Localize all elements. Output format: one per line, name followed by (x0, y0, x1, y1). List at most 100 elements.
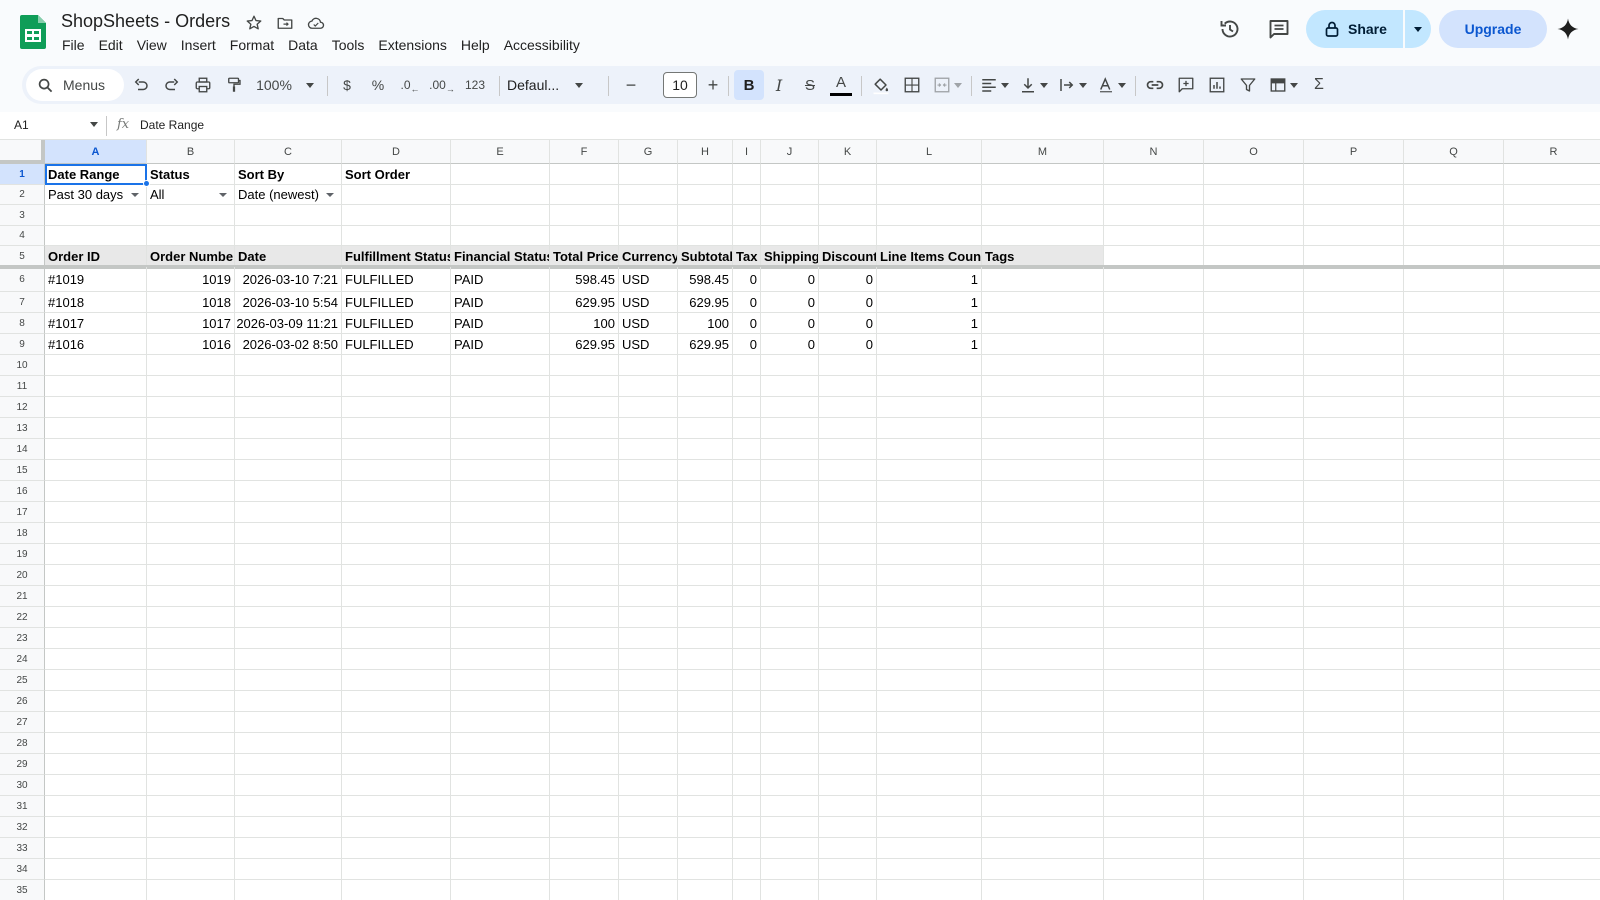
table-row-cell[interactable]: #1018 (45, 292, 147, 313)
grid-cell[interactable] (1504, 185, 1600, 205)
grid-cell[interactable] (1404, 292, 1504, 313)
document-title[interactable]: ShopSheets - Orders (61, 11, 230, 32)
table-row-cell[interactable]: 0 (733, 313, 761, 334)
share-options-button[interactable] (1405, 10, 1431, 48)
grid-cell[interactable] (342, 376, 451, 397)
grid-cell[interactable] (342, 880, 451, 900)
grid-cell[interactable] (1204, 397, 1304, 418)
grid-cell[interactable] (761, 586, 819, 607)
grid-cell[interactable] (342, 481, 451, 502)
grid-cell[interactable] (1204, 523, 1304, 544)
grid-cell[interactable] (550, 691, 619, 712)
grid-cell[interactable] (1404, 586, 1504, 607)
row-header-34[interactable]: 34 (0, 859, 45, 880)
row-header-3[interactable]: 3 (0, 205, 45, 226)
grid-cell[interactable] (342, 418, 451, 439)
grid-cell[interactable] (45, 712, 147, 733)
table-row-cell[interactable]: USD (619, 267, 678, 292)
decrease-font-size-button[interactable]: − (619, 71, 643, 99)
grid-cell[interactable] (342, 859, 451, 880)
table-row-cell[interactable]: 1 (877, 267, 982, 292)
grid-cell[interactable] (761, 649, 819, 670)
grid-cell[interactable] (1404, 502, 1504, 523)
filter-dropdown-cell[interactable]: Past 30 days (45, 185, 147, 205)
grid-cell[interactable] (1304, 439, 1404, 460)
grid-cell[interactable] (1504, 754, 1600, 775)
grid-cell[interactable] (235, 481, 342, 502)
redo-icon[interactable] (159, 71, 185, 99)
grid-cell[interactable] (1304, 607, 1404, 628)
grid-cell[interactable] (619, 712, 678, 733)
grid-cell[interactable] (147, 859, 235, 880)
grid-cell[interactable] (342, 754, 451, 775)
table-row-cell[interactable] (982, 267, 1104, 292)
grid-cell[interactable] (678, 838, 733, 859)
table-row-cell[interactable]: 1 (877, 313, 982, 334)
grid-cell[interactable] (761, 185, 819, 205)
row-header-13[interactable]: 13 (0, 418, 45, 439)
menu-data[interactable]: Data (281, 36, 325, 58)
grid-cell[interactable] (147, 712, 235, 733)
grid-cell[interactable] (982, 544, 1104, 565)
grid-cell[interactable] (1404, 544, 1504, 565)
grid-cell[interactable] (819, 460, 877, 481)
grid-cell[interactable] (678, 649, 733, 670)
grid-cell[interactable] (342, 565, 451, 586)
table-row-cell[interactable]: 0 (819, 292, 877, 313)
grid-cell[interactable] (1504, 691, 1600, 712)
grid-cell[interactable] (733, 164, 761, 185)
table-row-cell[interactable]: 0 (761, 267, 819, 292)
grid-cell[interactable] (45, 859, 147, 880)
grid-cell[interactable] (1504, 880, 1600, 900)
grid-cell[interactable] (877, 628, 982, 649)
grid-cell[interactable] (1304, 565, 1404, 586)
grid-cell[interactable] (733, 397, 761, 418)
grid-cell[interactable] (451, 649, 550, 670)
increase-font-size-button[interactable]: + (701, 71, 725, 99)
row-header-15[interactable]: 15 (0, 460, 45, 481)
grid-cell[interactable] (1104, 880, 1204, 900)
grid-cell[interactable] (147, 376, 235, 397)
grid-cell[interactable] (45, 817, 147, 838)
row-header-20[interactable]: 20 (0, 565, 45, 586)
grid-cell[interactable] (1104, 607, 1204, 628)
row-header-27[interactable]: 27 (0, 712, 45, 733)
grid-cell[interactable] (235, 565, 342, 586)
grid-cell[interactable] (550, 775, 619, 796)
menus-search-button[interactable]: Menus (26, 69, 124, 101)
grid-cell[interactable] (550, 733, 619, 754)
grid-cell[interactable] (1104, 544, 1204, 565)
grid-cell[interactable] (619, 226, 678, 246)
grid-cell[interactable] (678, 502, 733, 523)
table-row-cell[interactable]: 1019 (147, 267, 235, 292)
grid-cell[interactable] (1304, 544, 1404, 565)
grid-cell[interactable] (342, 607, 451, 628)
grid-cell[interactable] (45, 523, 147, 544)
grid-cell[interactable] (761, 628, 819, 649)
grid-cell[interactable] (342, 586, 451, 607)
row-header-29[interactable]: 29 (0, 754, 45, 775)
grid-cell[interactable] (1104, 292, 1204, 313)
grid-cell[interactable] (1304, 859, 1404, 880)
grid-cell[interactable] (235, 859, 342, 880)
grid-cell[interactable] (1204, 267, 1304, 292)
grid-cell[interactable] (678, 439, 733, 460)
grid-cell[interactable] (1304, 164, 1404, 185)
grid-cell[interactable] (982, 670, 1104, 691)
column-header-e[interactable]: E (451, 140, 550, 164)
grid-cell[interactable] (451, 185, 550, 205)
grid-cell[interactable] (678, 226, 733, 246)
grid-cell[interactable] (550, 649, 619, 670)
grid-cell[interactable] (235, 628, 342, 649)
grid-cell[interactable] (678, 565, 733, 586)
grid-cell[interactable] (619, 418, 678, 439)
row-header-16[interactable]: 16 (0, 481, 45, 502)
grid-cell[interactable] (147, 796, 235, 817)
grid-cell[interactable] (147, 838, 235, 859)
grid-cell[interactable] (147, 775, 235, 796)
grid-cell[interactable] (733, 607, 761, 628)
grid-cell[interactable] (1204, 838, 1304, 859)
grid-cell[interactable] (451, 376, 550, 397)
grid-cell[interactable] (1404, 205, 1504, 226)
grid-cell[interactable] (877, 418, 982, 439)
